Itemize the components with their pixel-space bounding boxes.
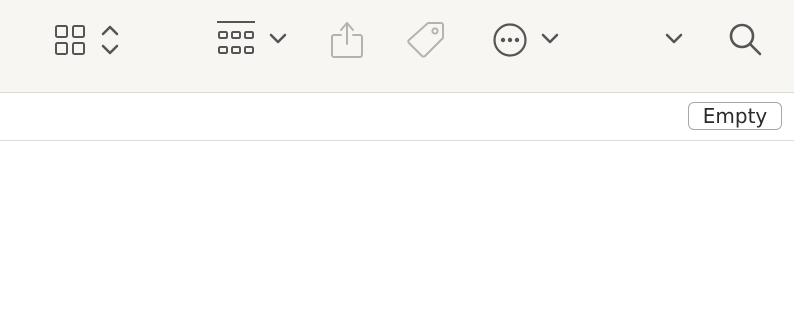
- toolbar: [0, 0, 794, 93]
- overflow-chevron-down-icon[interactable]: [664, 32, 684, 46]
- search-icon[interactable]: [728, 22, 764, 58]
- share-icon[interactable]: [330, 18, 364, 60]
- up-down-chevron-icon[interactable]: [100, 24, 120, 56]
- trash-header-bar: [0, 93, 794, 141]
- tag-icon[interactable]: [404, 20, 446, 60]
- file-list-area[interactable]: [0, 141, 794, 324]
- grid-view-icon[interactable]: [54, 24, 86, 56]
- group-by-grid-icon[interactable]: [216, 20, 256, 58]
- empty-trash-button[interactable]: Empty: [688, 102, 782, 130]
- more-chevron-down-icon[interactable]: [540, 32, 560, 46]
- ellipsis-circle-icon[interactable]: [492, 22, 528, 58]
- group-chevron-down-icon[interactable]: [268, 32, 288, 46]
